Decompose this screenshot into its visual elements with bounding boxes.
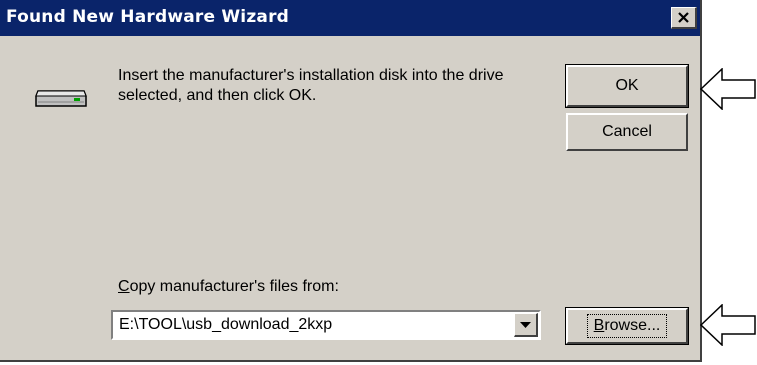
browse-mnemonic: B <box>593 317 605 334</box>
screenshot-stage: Found New Hardware Wizard Insert the man… <box>0 0 757 365</box>
ok-button[interactable]: OK <box>565 64 689 108</box>
browse-focus-rect: Browse... <box>586 314 668 338</box>
left-arrow-icon <box>700 304 756 346</box>
title-bar[interactable]: Found New Hardware Wizard <box>0 0 700 36</box>
window-title: Found New Hardware Wizard <box>6 7 290 27</box>
cancel-button[interactable]: Cancel <box>566 113 688 151</box>
instruction-text: Insert the manufacturer's installation d… <box>118 67 504 104</box>
copy-from-label: Copy manufacturer's files from: <box>118 278 339 296</box>
found-new-hardware-dialog: Found New Hardware Wizard Insert the man… <box>0 0 702 362</box>
left-arrow-icon <box>700 68 756 110</box>
dropdown-button[interactable] <box>514 313 538 337</box>
browse-label: rowse... <box>604 317 661 334</box>
disk-drive-icon <box>34 88 88 115</box>
browse-button[interactable]: Browse... <box>565 307 689 345</box>
copy-from-combobox[interactable]: E:\TOOL\usb_download_2kxp <box>111 310 541 340</box>
copy-from-path-input[interactable]: E:\TOOL\usb_download_2kxp <box>119 316 332 334</box>
close-icon <box>678 12 689 23</box>
copy-label-text: opy manufacturer's files from: <box>129 278 339 295</box>
close-button[interactable] <box>671 7 697 29</box>
copy-label-mnemonic: C <box>118 278 130 295</box>
chevron-down-icon <box>520 322 531 328</box>
